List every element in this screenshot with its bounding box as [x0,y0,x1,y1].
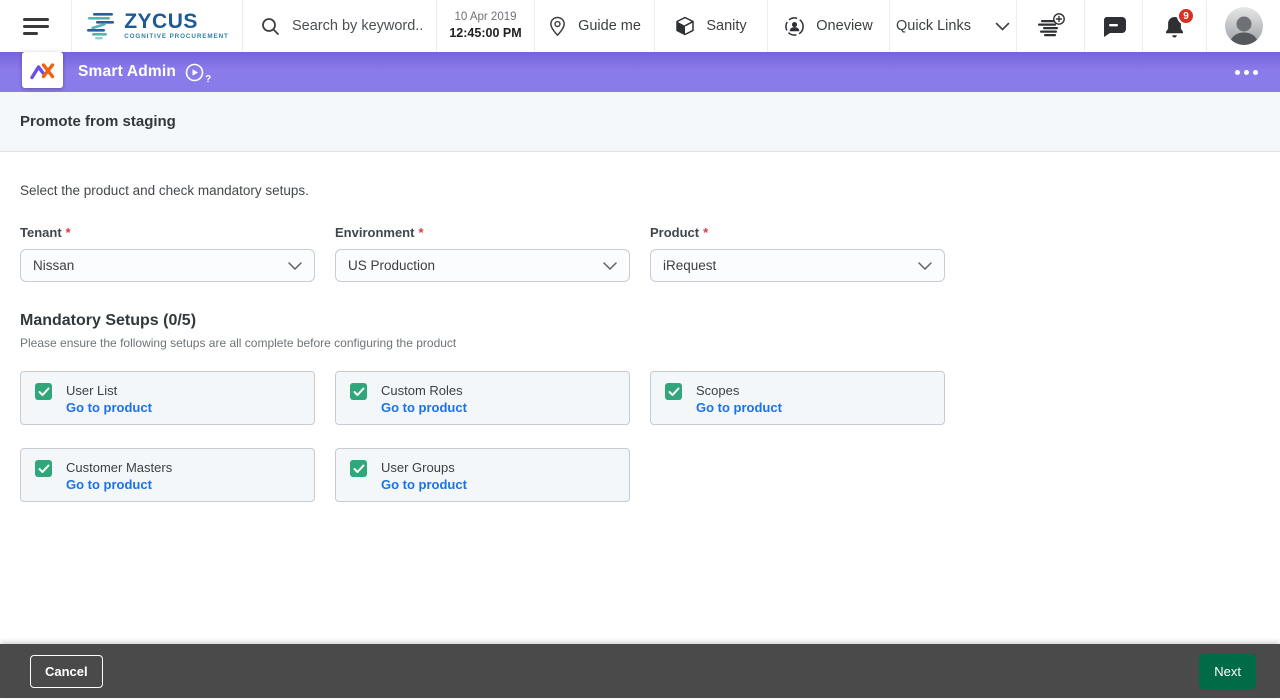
time-text: 12:45:00 PM [449,25,521,42]
environment-select[interactable]: US Production [335,249,630,282]
product-label: Product* [650,225,945,240]
mandatory-setups-subtitle: Please ensure the following setups are a… [20,336,1260,350]
quick-links-dropdown[interactable]: Quick Links [890,0,1017,52]
page-title-band: Promote from staging [0,92,1280,152]
global-search[interactable] [243,0,437,52]
notification-badge: 9 [1177,7,1195,25]
next-button[interactable]: Next [1199,654,1256,689]
main-content: Select the product and check mandatory s… [0,183,1280,502]
custom-roles-checkbox[interactable] [350,383,367,400]
product-selection-form: Tenant* Nissan Environment* US Productio… [20,225,1260,282]
add-stack-button[interactable] [1017,0,1085,52]
zycus-logo-text: ZYCUS COGNITIVE PROCUREMENT [124,11,229,40]
notifications-button[interactable]: 9 [1143,0,1207,52]
chevron-down-icon [995,22,1010,31]
user-profile[interactable] [1207,0,1280,52]
play-help-button[interactable]: ? [185,63,211,82]
setup-title: Scopes [696,382,782,399]
go-to-product-link[interactable]: Go to product [66,476,172,493]
datetime-display: 10 Apr 2019 12:45:00 PM [437,0,535,52]
smart-admin-appbar: Smart Admin ? [0,52,1280,92]
tenant-select[interactable]: Nissan [20,249,315,282]
guide-me-icon [548,16,567,37]
required-marker: * [66,225,71,240]
sanity-label: Sanity [706,18,746,34]
chat-icon [1101,16,1127,37]
zycus-name: ZYCUS [124,11,229,32]
instruction-text: Select the product and check mandatory s… [20,183,1260,198]
setup-card-scopes: Scopes Go to product [650,371,945,425]
setup-card-customer-masters: Customer Masters Go to product [20,448,315,502]
sanity-icon [675,16,695,36]
help-question-mark: ? [205,74,211,85]
more-options-button[interactable] [1233,64,1260,81]
tenant-field: Tenant* Nissan [20,225,315,282]
smart-admin-logo-icon [30,60,55,81]
search-icon [261,17,279,35]
setup-title: User List [66,382,152,399]
oneview-icon [784,16,805,37]
scopes-checkbox[interactable] [665,383,682,400]
oneview-label: Oneview [816,18,872,34]
avatar[interactable] [1225,7,1263,45]
zycus-logo-mark-icon [85,12,117,40]
product-value: iRequest [663,258,716,273]
environment-value: US Production [348,258,435,273]
setup-card-custom-roles: Custom Roles Go to product [335,371,630,425]
cancel-button[interactable]: Cancel [30,655,103,688]
customer-masters-checkbox[interactable] [35,460,52,477]
menu-icon [23,18,49,35]
chevron-down-icon [288,262,302,270]
smart-admin-app: ZYCUS COGNITIVE PROCUREMENT 10 Apr 2019 … [0,0,1280,700]
go-to-product-link[interactable]: Go to product [381,399,467,416]
main-menu-button[interactable] [0,0,72,52]
setup-title: Customer Masters [66,459,172,476]
smart-admin-app-tile[interactable] [22,52,63,88]
quick-links-label: Quick Links [896,18,971,34]
environment-label: Environment* [335,225,630,240]
setup-card-user-list: User List Go to product [20,371,315,425]
search-input[interactable] [292,18,422,34]
product-select[interactable]: iRequest [650,249,945,282]
top-navigation-bar: ZYCUS COGNITIVE PROCUREMENT 10 Apr 2019 … [0,0,1280,52]
guide-me-button[interactable]: Guide me [535,0,655,52]
go-to-product-link[interactable]: Go to product [381,476,467,493]
user-list-checkbox[interactable] [35,383,52,400]
chevron-down-icon [918,262,932,270]
go-to-product-link[interactable]: Go to product [696,399,782,416]
zycus-logo[interactable]: ZYCUS COGNITIVE PROCUREMENT [72,0,243,52]
guide-me-label: Guide me [578,18,641,34]
appbar-title: Smart Admin [78,63,176,81]
required-marker: * [418,225,423,240]
go-to-product-link[interactable]: Go to product [66,399,152,416]
sanity-button[interactable]: Sanity [655,0,768,52]
tenant-label: Tenant* [20,225,315,240]
zycus-tagline: COGNITIVE PROCUREMENT [124,34,229,40]
product-field: Product* iRequest [650,225,945,282]
action-footer: Cancel Next [0,644,1280,698]
mandatory-setups-title: Mandatory Setups (0/5) [20,312,1260,330]
chevron-down-icon [603,262,617,270]
page-title: Promote from staging [20,113,176,130]
setup-title: Custom Roles [381,382,467,399]
user-groups-checkbox[interactable] [350,460,367,477]
oneview-button[interactable]: Oneview [768,0,890,52]
tenant-value: Nissan [33,258,74,273]
required-marker: * [703,225,708,240]
chat-button[interactable] [1085,0,1143,52]
mandatory-setups-grid: User List Go to product Custom Roles Go … [20,371,1260,502]
environment-field: Environment* US Production [335,225,630,282]
setup-card-user-groups: User Groups Go to product [335,448,630,502]
setup-title: User Groups [381,459,467,476]
date-text: 10 Apr 2019 [454,10,516,26]
add-stack-icon [1035,12,1067,40]
